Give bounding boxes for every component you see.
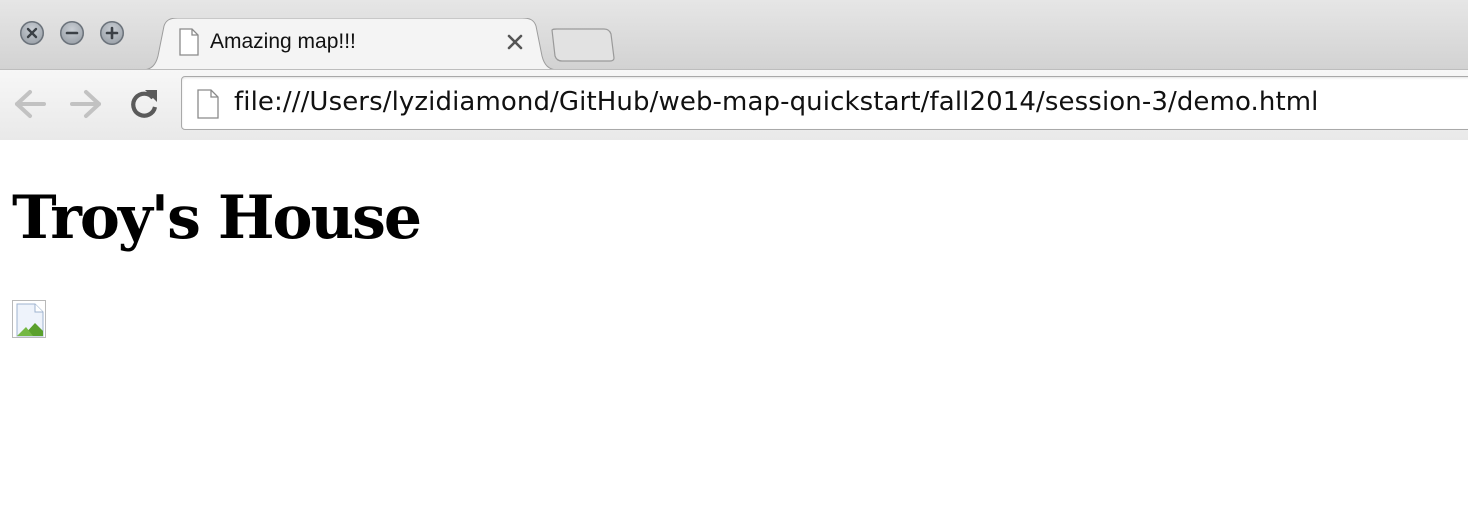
toolbar: file:///Users/lyzidiamond/GitHub/web-map… [0,69,1468,141]
broken-image-icon [16,303,44,337]
back-button[interactable] [12,87,48,121]
window-zoom-button[interactable] [100,21,124,45]
zoom-icon [105,26,119,40]
reload-button[interactable] [126,87,162,121]
url-text: file:///Users/lyzidiamond/GitHub/web-map… [234,87,1319,117]
page-content: Troy's House [0,140,1468,518]
browser-window: Amazing map!!! file:///Users/lyzidiamond… [0,0,1468,518]
arrow-right-icon [70,90,101,118]
arrow-left-icon [15,90,46,118]
close-icon [26,27,38,39]
tab-active[interactable]: Amazing map!!! [142,18,558,70]
tab-strip: Amazing map!!! [0,0,1468,70]
page-icon [197,89,219,119]
page-heading: Troy's House [12,183,422,253]
tab-title: Amazing map!!! [210,30,356,53]
address-bar[interactable]: file:///Users/lyzidiamond/GitHub/web-map… [181,76,1468,130]
reload-icon [131,90,158,118]
tab-close-icon[interactable] [504,31,526,53]
forward-button[interactable] [68,87,104,121]
window-minimize-button[interactable] [60,21,84,45]
window-close-button[interactable] [20,21,44,45]
page-icon [179,28,199,56]
broken-image [12,300,46,338]
new-tab-button[interactable] [548,28,618,62]
minimize-icon [65,31,79,35]
